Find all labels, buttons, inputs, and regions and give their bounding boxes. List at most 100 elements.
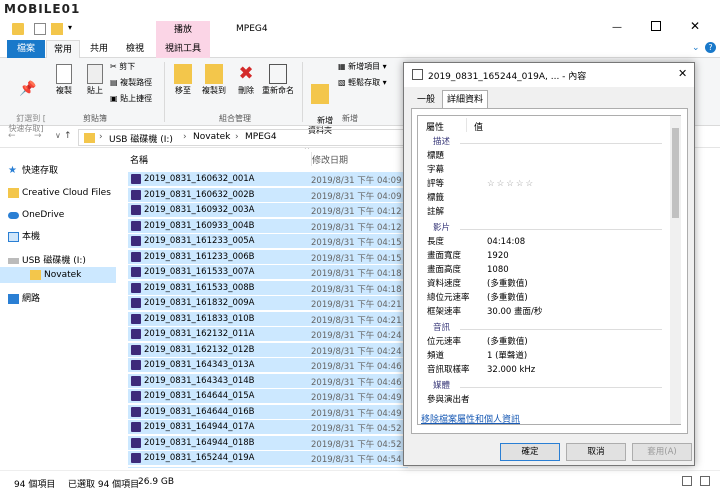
file-name: 2019_0831_160632_001A bbox=[144, 174, 255, 184]
file-list: 名稱 ^ 修改日期 2019_0831_160632_001A 2019/8/31… bbox=[118, 148, 408, 468]
copy-to-button[interactable]: 複製到 bbox=[200, 64, 228, 96]
rename-button[interactable]: 重新命名 bbox=[260, 64, 296, 96]
scrollbar-thumb[interactable] bbox=[672, 128, 679, 218]
back-arrow-icon[interactable]: ← bbox=[8, 131, 16, 141]
cancel-button[interactable]: 取消 bbox=[566, 443, 626, 461]
easy-access-button[interactable]: ▧ 輕鬆存取 ▾ bbox=[338, 78, 402, 88]
move-to-button[interactable]: 移至 bbox=[170, 64, 196, 96]
copy-path-icon: ▤ bbox=[110, 78, 121, 87]
file-row[interactable]: 2019_0831_164343_013A 2019/8/31 下午 04:46 bbox=[128, 358, 408, 372]
delete-button[interactable]: ✖ 刪除 bbox=[234, 64, 258, 96]
paste-button[interactable]: 貼上 bbox=[81, 64, 109, 96]
file-date: 2019/8/31 下午 04:18 bbox=[311, 269, 402, 279]
property-value: 30.00 畫面/秒 bbox=[487, 307, 543, 317]
up-arrow-icon[interactable]: ↑ bbox=[64, 131, 72, 141]
file-row[interactable]: 2019_0831_165244_019A 2019/8/31 下午 04:54 bbox=[128, 451, 408, 465]
copy-path-button[interactable]: ▤ 複製路徑 bbox=[110, 78, 162, 88]
file-row[interactable]: 2019_0831_161533_007A 2019/8/31 下午 04:18 bbox=[128, 265, 408, 279]
nav-novatek[interactable]: Novatek bbox=[30, 266, 81, 284]
file-row[interactable]: 2019_0831_164944_017A 2019/8/31 下午 04:52 bbox=[128, 420, 408, 434]
delete-label: 刪除 bbox=[238, 86, 254, 95]
breadcrumb-novatek[interactable]: Novatek bbox=[193, 132, 230, 142]
file-row[interactable]: 2019_0831_160632_001A 2019/8/31 下午 04:09 bbox=[128, 172, 408, 186]
file-row[interactable]: 2019_0831_160933_004B 2019/8/31 下午 04:12 bbox=[128, 218, 408, 233]
breadcrumb-drive[interactable]: USB 磁碟機 (I:) bbox=[109, 132, 173, 145]
file-date: 2019/8/31 下午 04:49 bbox=[311, 393, 402, 403]
file-row[interactable]: 2019_0831_161833_010B 2019/8/31 下午 04:21 bbox=[128, 311, 408, 326]
file-row[interactable]: 2019_0831_164343_014B 2019/8/31 下午 04:46 bbox=[128, 373, 408, 388]
file-row[interactable]: 2019_0831_165244_020B2019/8/31 下午 04:54 bbox=[128, 466, 408, 468]
tab-home[interactable]: 常用 bbox=[46, 40, 80, 58]
video-file-icon bbox=[131, 205, 141, 215]
tab-view[interactable]: 檢視 bbox=[118, 40, 152, 58]
file-row[interactable]: 2019_0831_162132_012B 2019/8/31 下午 04:24 bbox=[128, 342, 408, 357]
ribbon-expand-icon[interactable]: ⌄ bbox=[692, 43, 700, 53]
property-name: 評等 bbox=[427, 179, 445, 189]
new-item-button[interactable]: ▦ 新增項目 ▾ bbox=[338, 62, 402, 72]
tab-share[interactable]: 共用 bbox=[82, 40, 116, 58]
file-date: 2019/8/31 下午 04:15 bbox=[311, 253, 402, 264]
property-name: 畫面高度 bbox=[427, 265, 462, 275]
file-row[interactable]: 2019_0831_161832_009A 2019/8/31 下午 04:21 bbox=[128, 296, 408, 310]
video-file-icon bbox=[131, 267, 141, 277]
tab-file[interactable]: 檔案 bbox=[7, 40, 45, 58]
file-row[interactable]: 2019_0831_164644_015A 2019/8/31 下午 04:49 bbox=[128, 389, 408, 403]
file-date: 2019/8/31 下午 04:21 bbox=[311, 300, 402, 310]
video-file-icon bbox=[131, 313, 141, 324]
minimize-button[interactable]: — bbox=[612, 22, 622, 33]
breadcrumb-mpeg4[interactable]: MPEG4 bbox=[245, 132, 277, 142]
file-row[interactable]: 2019_0831_164644_016B 2019/8/31 下午 04:49 bbox=[128, 404, 408, 419]
tab-video-tools[interactable]: 視訊工具 bbox=[156, 40, 210, 58]
video-file-icon bbox=[131, 220, 141, 231]
tab-details[interactable]: 詳細資料 bbox=[442, 90, 488, 109]
file-row[interactable]: 2019_0831_160932_003A 2019/8/31 下午 04:12 bbox=[128, 203, 408, 217]
remove-properties-link[interactable]: 移除檔案屬性和個人資訊 bbox=[421, 412, 520, 425]
file-row[interactable]: 2019_0831_161533_008B 2019/8/31 下午 04:18 bbox=[128, 280, 408, 295]
ok-button[interactable]: 確定 bbox=[500, 443, 560, 461]
video-file-icon bbox=[131, 437, 141, 448]
file-name: 2019_0831_161833_010B bbox=[144, 313, 255, 324]
close-button[interactable]: ✕ bbox=[690, 19, 700, 33]
scrollbar[interactable] bbox=[670, 116, 681, 424]
details-view-icon[interactable] bbox=[682, 476, 692, 486]
tab-general[interactable]: 一般 bbox=[412, 92, 440, 108]
header-property[interactable]: 屬性 bbox=[426, 120, 444, 133]
copy-button[interactable]: 複製 bbox=[50, 64, 78, 96]
apply-button[interactable]: 套用(A) bbox=[632, 443, 692, 461]
nav-quick-access[interactable]: ★ 快速存取 bbox=[8, 162, 58, 180]
dialog-close-button[interactable]: ✕ bbox=[678, 67, 687, 80]
file-date: 2019/8/31 下午 04:18 bbox=[311, 284, 402, 295]
recent-dropdown-icon[interactable]: ∨ bbox=[55, 131, 61, 140]
cut-button[interactable]: ✂ 剪下 bbox=[110, 62, 162, 72]
header-value[interactable]: 值 bbox=[474, 120, 483, 133]
file-date: 2019/8/31 下午 04:49 bbox=[311, 408, 402, 419]
file-row[interactable]: 2019_0831_161233_005A 2019/8/31 下午 04:15 bbox=[128, 234, 408, 248]
column-divider[interactable] bbox=[466, 118, 467, 132]
file-name: 2019_0831_160933_004B bbox=[144, 220, 255, 231]
properties-icon[interactable] bbox=[34, 23, 46, 35]
file-row[interactable]: 2019_0831_160632_002B 2019/8/31 下午 04:09 bbox=[128, 187, 408, 202]
video-file-icon bbox=[131, 251, 141, 262]
qat-dropdown-icon[interactable]: ▾ bbox=[68, 23, 72, 32]
rating-stars[interactable]: ☆☆☆☆☆ bbox=[487, 178, 535, 191]
new-folder-icon[interactable] bbox=[51, 23, 63, 35]
property-name: 畫面寬度 bbox=[427, 251, 462, 261]
nav-onedrive[interactable]: OneDrive bbox=[8, 206, 64, 224]
column-header-date[interactable]: 修改日期 bbox=[312, 153, 348, 166]
maximize-button[interactable] bbox=[651, 21, 661, 31]
nav-network[interactable]: 網路 bbox=[8, 290, 40, 308]
paste-shortcut-icon: ▣ bbox=[110, 94, 121, 103]
nav-creative-cloud[interactable]: Creative Cloud Files bbox=[8, 184, 111, 202]
file-row[interactable]: 2019_0831_164944_018B 2019/8/31 下午 04:52 bbox=[128, 435, 408, 450]
file-row[interactable]: 2019_0831_161233_006B 2019/8/31 下午 04:15 bbox=[128, 249, 408, 264]
large-icons-view-icon[interactable] bbox=[700, 476, 710, 486]
column-header-name[interactable]: 名稱 bbox=[130, 153, 148, 166]
file-row[interactable]: 2019_0831_162132_011A 2019/8/31 下午 04:24 bbox=[128, 327, 408, 341]
nav-this-pc[interactable]: 本機 bbox=[8, 228, 40, 246]
address-bar[interactable]: › USB 磁碟機 (I:) › Novatek › MPEG4 bbox=[78, 129, 408, 146]
paste-shortcut-button[interactable]: ▣ 貼上捷徑 bbox=[110, 94, 162, 104]
section-header: 影片 bbox=[433, 223, 451, 233]
file-name: 2019_0831_165244_019A bbox=[144, 453, 255, 463]
forward-arrow-icon[interactable]: → bbox=[34, 131, 42, 141]
help-icon[interactable]: ? bbox=[705, 42, 716, 53]
